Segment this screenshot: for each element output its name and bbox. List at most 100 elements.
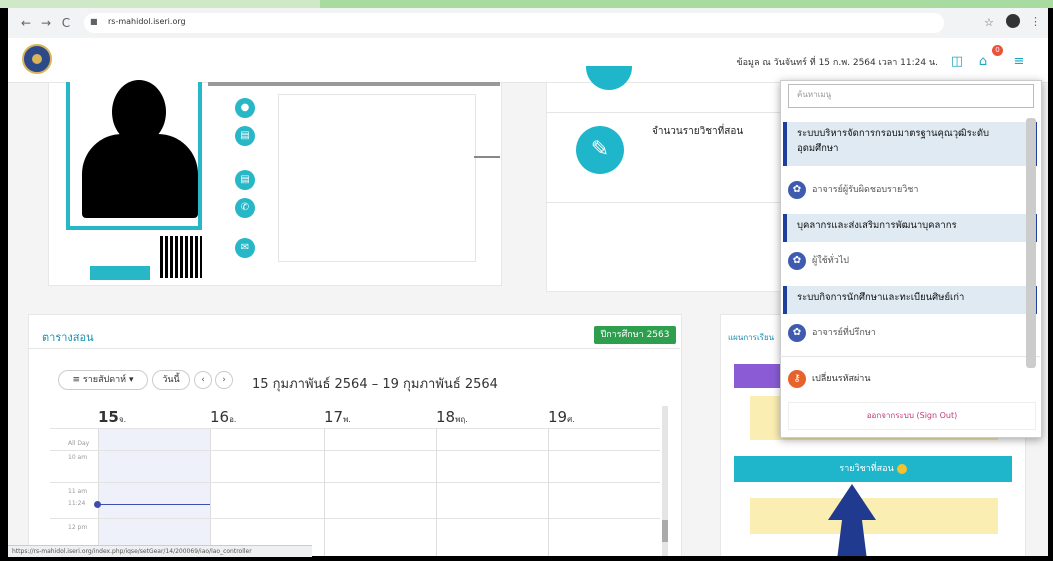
address-bar-url: rs-mahidol.iseri.org xyxy=(108,17,186,26)
grid-line xyxy=(50,518,660,519)
address-bar[interactable] xyxy=(84,13,944,33)
browser-menu-icon[interactable]: ⋮ xyxy=(1030,15,1041,28)
day-number: 15 xyxy=(98,408,119,426)
hamburger-menu-icon[interactable]: ≡ xyxy=(1010,53,1028,71)
grid-line xyxy=(324,428,325,556)
menu-section-qf[interactable]: ระบบบริหารจัดการกรอบมาตรฐานคุณวุฒิระดับอ… xyxy=(783,122,1037,166)
gear-icon: ✿ xyxy=(788,323,806,342)
browser-toolbar: ← → C rs-mahidol.iseri.org ■ ☆ ⋮ xyxy=(8,8,1048,39)
menu-item-advisor[interactable]: ✿ อาจารย์ที่ปรึกษา xyxy=(788,322,876,344)
academic-year-badge: ปีการศึกษา 2563 xyxy=(594,326,676,344)
phone-icon: ✆ xyxy=(235,198,255,218)
data-timestamp: ข้อมูล ณ วันจันทร์ ที่ 15 ก.พ. 2564 เวลา… xyxy=(736,58,938,68)
now-indicator-line xyxy=(98,504,210,505)
subjects-taught-button-label: รายวิชาที่สอน xyxy=(839,464,894,474)
today-column-highlight xyxy=(98,428,210,556)
time-label-11: 11 am xyxy=(68,488,88,495)
annotation-arrow-icon xyxy=(828,484,876,556)
purple-block xyxy=(734,364,784,388)
forward-icon[interactable]: → xyxy=(38,15,54,31)
stats-divider-2 xyxy=(546,202,786,203)
gear-icon xyxy=(896,463,907,474)
menu-item-label: อาจารย์ผู้รับผิดชอบรายวิชา xyxy=(812,185,919,195)
day-abbr: จ. xyxy=(118,415,127,424)
stats-card xyxy=(546,82,788,292)
menu-search-input[interactable]: ค้นหาเมนู xyxy=(788,84,1034,108)
columns-icon[interactable]: ◫ xyxy=(948,53,966,71)
calendar-scroll-thumb[interactable] xyxy=(662,520,668,542)
menu-item-course-lecturer[interactable]: ✿ อาจารย์ผู้รับผิดชอบรายวิชา xyxy=(788,179,918,201)
today-button[interactable]: วันนี้ xyxy=(152,370,190,390)
day-header-tue[interactable]: 16อ. xyxy=(210,408,236,426)
day-number: 19 xyxy=(548,408,568,426)
date-range: 15 กุมภาพันธ์ 2564 – 19 กุมภาพันธ์ 2564 xyxy=(252,377,498,392)
top-green-strip-accent xyxy=(320,0,1053,8)
menu-item-general-user[interactable]: ✿ ผู้ใช้ทั่วไป xyxy=(788,250,849,272)
view-select[interactable]: ≡ รายสัปดาห์ ▾ xyxy=(58,370,148,390)
menu-section-student-affairs[interactable]: ระบบกิจการนักศึกษาและทะเบียนศิษย์เก่า xyxy=(783,286,1037,314)
subjects-taught-button[interactable]: รายวิชาที่สอน xyxy=(734,456,1012,482)
day-abbr: อ. xyxy=(229,415,237,424)
user-icon: ● xyxy=(235,98,255,118)
subjects-taught-label: จำนวนรายวิชาที่สอน xyxy=(652,126,744,137)
profile-details-box xyxy=(278,94,476,262)
day-header-fri[interactable]: 19ศ. xyxy=(548,408,575,426)
sign-out-button[interactable]: ออกจากระบบ (Sign Out) xyxy=(788,402,1036,430)
grid-line xyxy=(50,428,660,429)
id-card-icon: ▤ xyxy=(235,126,255,146)
grid-line xyxy=(50,450,660,451)
day-number: 16 xyxy=(210,408,230,426)
menu-item-label: เปลี่ยนรหัสผ่าน xyxy=(812,374,871,384)
schedule-title: ตารางสอน xyxy=(42,331,94,344)
bookmark-star-icon[interactable]: ☆ xyxy=(984,16,994,29)
menu-section-hr[interactable]: บุคลากรและส่งเสริมการพัฒนาบุคลากร xyxy=(783,214,1037,242)
allday-label: All Day xyxy=(68,440,90,447)
edit-icon: ✎ xyxy=(576,126,624,174)
time-label-12: 12 pm xyxy=(68,524,88,531)
university-logo[interactable] xyxy=(22,44,52,74)
menu-item-change-password[interactable]: ⚷ เปลี่ยนรหัสผ่าน xyxy=(788,368,870,390)
day-abbr: พ. xyxy=(343,415,351,424)
browser-window: ← → C rs-mahidol.iseri.org ■ ☆ ⋮ ข้อมูล … xyxy=(8,8,1048,556)
day-abbr: ศ. xyxy=(567,415,575,424)
day-header-wed[interactable]: 17พ. xyxy=(324,408,351,426)
menu-item-label: อาจารย์ที่ปรึกษา xyxy=(812,328,876,338)
notification-badge: 0 xyxy=(992,45,1003,56)
next-week-button[interactable]: › xyxy=(215,371,233,389)
menu-item-label: ผู้ใช้ทั่วไป xyxy=(812,256,850,266)
profile-divider xyxy=(208,82,500,86)
gear-icon: ✿ xyxy=(788,180,806,199)
study-plan-title: แผนการเรียน xyxy=(728,333,775,342)
gear-icon: ✿ xyxy=(788,251,806,270)
grid-line xyxy=(50,482,660,483)
avatar-silhouette-body xyxy=(82,134,198,218)
reload-icon[interactable]: C xyxy=(58,15,74,31)
stats-divider xyxy=(546,112,786,113)
browser-status-url: https://rs-mahidol.iseri.org/index.php/i… xyxy=(8,545,312,557)
bell-icon[interactable]: ⌂ xyxy=(974,53,992,71)
time-label-10: 10 am xyxy=(68,454,88,461)
grid-line xyxy=(436,428,437,556)
email-icon: ✉ xyxy=(235,238,255,258)
detail-divider xyxy=(474,156,500,158)
day-number: 18 xyxy=(436,408,456,426)
profile-avatar[interactable] xyxy=(1006,14,1020,28)
lock-icon: ■ xyxy=(90,17,98,26)
grid-line xyxy=(548,428,549,556)
day-number: 17 xyxy=(324,408,344,426)
prev-week-button[interactable]: ‹ xyxy=(194,371,212,389)
day-abbr: พฤ. xyxy=(455,415,468,424)
back-icon[interactable]: ← xyxy=(18,15,34,31)
menu-divider xyxy=(780,356,1040,357)
qr-code xyxy=(160,236,202,278)
schedule-divider xyxy=(28,348,680,349)
grid-line xyxy=(210,428,211,556)
time-label-now: 11:24 xyxy=(68,500,86,507)
day-header-mon[interactable]: 15จ. xyxy=(98,408,126,426)
day-header-thu[interactable]: 18พฤ. xyxy=(436,408,468,426)
id-card-icon-2: ▤ xyxy=(235,170,255,190)
grid-line xyxy=(98,428,99,556)
profile-teal-bar xyxy=(90,266,150,280)
menu-scrollbar[interactable] xyxy=(1026,118,1036,368)
key-icon: ⚷ xyxy=(788,369,806,388)
